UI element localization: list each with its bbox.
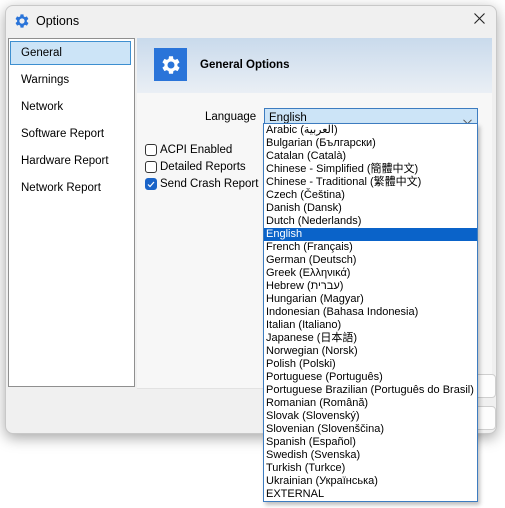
close-icon	[473, 13, 485, 27]
language-option[interactable]: Portuguese (Português)	[264, 371, 477, 384]
language-option[interactable]: Spanish (Español)	[264, 436, 477, 449]
language-option[interactable]: EXTERNAL	[264, 488, 477, 501]
language-dropdown-list: Arabic (العربية) Bulgarian (Български) Cat…	[263, 123, 478, 502]
panel-header: General Options	[137, 38, 492, 93]
language-option[interactable]: Arabic (العربية)	[264, 124, 477, 137]
language-option[interactable]: Indonesian (Bahasa Indonesia)	[264, 306, 477, 319]
language-option[interactable]: Danish (Dansk)	[264, 202, 477, 215]
language-option[interactable]: Slovenian (Slovenščina)	[264, 423, 477, 436]
language-option[interactable]: Ukrainian (Українська)	[264, 475, 477, 488]
language-option[interactable]: Hebrew (עברית)	[264, 280, 477, 293]
sidebar-nav: General Warnings Network Software Report…	[8, 38, 135, 387]
language-option[interactable]: Czech (Čeština)	[264, 189, 477, 202]
language-option[interactable]: Portuguese Brazilian (Português do Brasi…	[264, 384, 477, 397]
acpi-enabled-checkbox[interactable]: ACPI Enabled	[145, 142, 232, 158]
panel-title: General Options	[200, 59, 290, 71]
sidebar-item-software-report[interactable]: Software Report	[10, 122, 131, 146]
detailed-reports-checkbox[interactable]: Detailed Reports	[145, 159, 246, 175]
language-option[interactable]: Slovak (Slovenský)	[264, 410, 477, 423]
language-option[interactable]: Catalan (Català)	[264, 150, 477, 163]
language-option[interactable]: Dutch (Nederlands)	[264, 215, 477, 228]
checkbox-box[interactable]	[145, 178, 157, 190]
language-option[interactable]: Chinese - Traditional (繁體中文)	[264, 176, 477, 189]
checkbox-box[interactable]	[145, 161, 157, 173]
sidebar-item-hardware-report[interactable]: Hardware Report	[10, 149, 131, 173]
language-option[interactable]: Swedish (Svenska)	[264, 449, 477, 462]
language-option[interactable]: Turkish (Turkce)	[264, 462, 477, 475]
sidebar-item-warnings[interactable]: Warnings	[10, 68, 131, 92]
language-option[interactable]: Romanian (Română)	[264, 397, 477, 410]
language-option[interactable]: French (Français)	[264, 241, 477, 254]
window-title: Options	[36, 14, 80, 28]
language-option[interactable]: Chinese - Simplified (簡體中文)	[264, 163, 477, 176]
sidebar-item-network[interactable]: Network	[10, 95, 131, 119]
title-bar: Options	[6, 6, 496, 36]
language-option[interactable]: Polish (Polski)	[264, 358, 477, 371]
gear-icon	[13, 12, 31, 30]
language-label: Language	[205, 111, 257, 123]
language-option[interactable]: English	[264, 228, 477, 241]
language-option[interactable]: Italian (Italiano)	[264, 319, 477, 332]
checkbox-label: Detailed Reports	[160, 161, 246, 173]
checkmark-icon	[147, 181, 155, 187]
gear-icon	[154, 48, 187, 81]
checkbox-label: ACPI Enabled	[160, 144, 233, 156]
sidebar-item-network-report[interactable]: Network Report	[10, 176, 131, 200]
send-crash-report-checkbox[interactable]: Send Crash Report	[145, 176, 258, 192]
checkbox-box[interactable]	[145, 144, 157, 156]
close-button[interactable]	[462, 6, 496, 34]
language-option[interactable]: Japanese (日本語)	[264, 332, 477, 345]
language-option[interactable]: Bulgarian (Български)	[264, 137, 477, 150]
language-option[interactable]: Hungarian (Magyar)	[264, 293, 477, 306]
sidebar-item-general[interactable]: General	[10, 41, 131, 65]
checkbox-label: Send Crash Report	[160, 178, 259, 190]
language-option[interactable]: Greek (Ελληνικά)	[264, 267, 477, 280]
language-option[interactable]: Norwegian (Norsk)	[264, 345, 477, 358]
language-option[interactable]: German (Deutsch)	[264, 254, 477, 267]
